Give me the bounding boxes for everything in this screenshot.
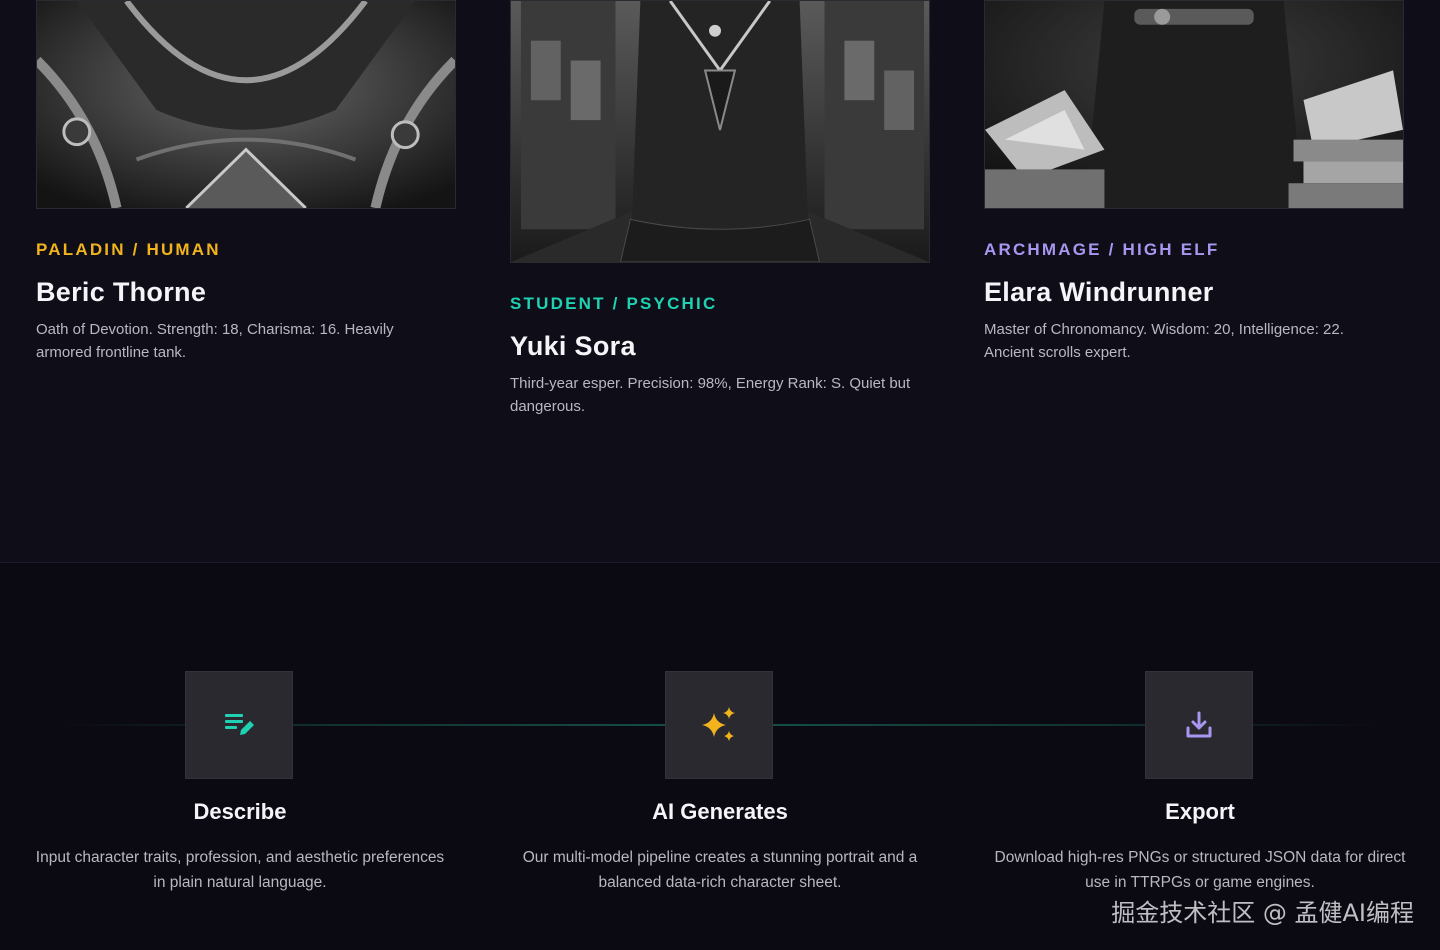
character-gallery: PALADIN / HUMAN Beric Thorne Oath of Dev… xyxy=(0,0,1440,562)
character-description: Oath of Devotion. Strength: 18, Charisma… xyxy=(36,321,394,361)
how-it-works-section: Describe Input character traits, profess… xyxy=(0,563,1440,950)
character-name: Elara Windrunner xyxy=(984,277,1214,307)
character-portrait xyxy=(984,0,1404,209)
watermark: 掘金技术社区 @ 孟健AI编程 xyxy=(1111,899,1414,927)
character-portrait xyxy=(36,0,456,209)
character-name: Beric Thorne xyxy=(36,277,207,307)
character-role: STUDENT / PSYCHIC xyxy=(510,294,718,313)
edit-notes-icon xyxy=(185,671,293,779)
character-portrait xyxy=(510,0,930,263)
character-role: ARCHMAGE / HIGH ELF xyxy=(984,240,1220,259)
step-description: Download high-res PNGs or structured JSO… xyxy=(994,849,1406,891)
character-description: Third-year esper. Precision: 98%, Energy… xyxy=(510,375,911,415)
step-title: Export xyxy=(1165,799,1235,824)
sparkles-icon xyxy=(665,671,773,779)
step-description: Our multi-model pipeline creates a stunn… xyxy=(522,849,918,891)
step-title: AI Generates xyxy=(652,799,788,824)
character-role: PALADIN / HUMAN xyxy=(36,240,221,259)
character-description: Master of Chronomancy. Wisdom: 20, Intel… xyxy=(984,321,1344,361)
download-icon xyxy=(1145,671,1253,779)
character-name: Yuki Sora xyxy=(510,331,636,361)
step-description: Input character traits, profession, and … xyxy=(35,849,445,891)
step-title: Describe xyxy=(193,799,287,824)
